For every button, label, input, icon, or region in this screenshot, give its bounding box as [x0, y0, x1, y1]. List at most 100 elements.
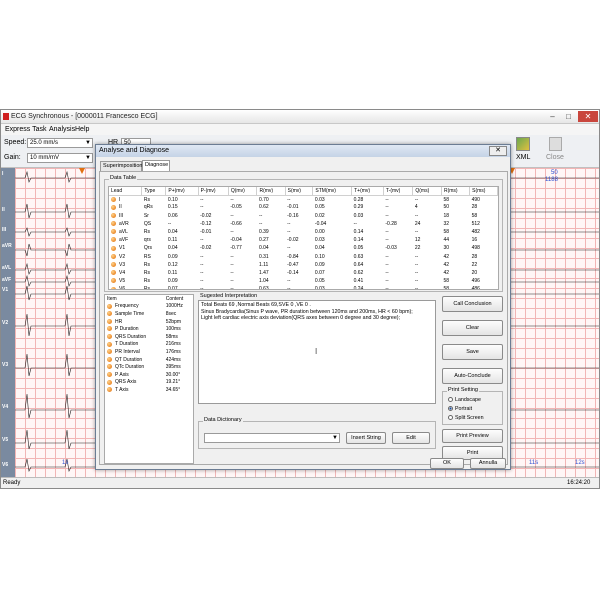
clear-button[interactable]: Clear: [442, 320, 503, 336]
col-header[interactable]: S(mv): [285, 187, 314, 196]
table-row[interactable]: V2 RS 0.09 -- -- 0.31 -0.84 0.10 0.63 -- -- 42 28: [109, 253, 498, 261]
table-cell: --: [230, 269, 234, 276]
auto-conclude-button[interactable]: Auto-Conclude: [442, 368, 503, 384]
lead-status-icon: [111, 221, 116, 227]
status-time: 16:24:20: [567, 480, 591, 486]
menu-express-task[interactable]: Express Task: [5, 126, 47, 133]
radio-icon: [448, 397, 453, 403]
list-item[interactable]: PR Interval 176ms: [105, 348, 193, 356]
table-row[interactable]: V4 Rs 0.11 -- -- 1.47 -0.14 0.07 0.62 -- -- 42 20: [109, 269, 498, 277]
table-row[interactable]: aVR QS -- -0.12 -0.66 -- -- -0.04 -- -0.28 24 32 512: [109, 220, 498, 228]
table-cell: 0.64: [353, 261, 364, 268]
table-cell: 22: [471, 261, 478, 268]
col-header[interactable]: T+(mv): [351, 187, 384, 196]
call-conclusion-button[interactable]: Call Conclusion: [442, 296, 503, 312]
col-header[interactable]: Q(mv): [228, 187, 258, 196]
item-status-icon: [107, 379, 112, 385]
item-content-cell: 8sec: [165, 310, 177, 317]
data-table[interactable]: Lead Type P+(mv) P-(mv) Q(mv) R(mv) S(mv…: [108, 186, 499, 290]
item-header[interactable]: Item: [105, 295, 164, 303]
col-header[interactable]: Type: [141, 187, 167, 196]
ok-button[interactable]: OK: [430, 458, 464, 469]
list-item[interactable]: P Axis 30.00°: [105, 371, 193, 379]
gain-select[interactable]: 10 mm/mV ▼: [27, 153, 93, 163]
table-cell: --: [230, 196, 234, 203]
table-row[interactable]: III Sr 0.06 -0.02 -- -- -0.16 0.02 0.03 -- -- 18 58: [109, 212, 498, 220]
table-row[interactable]: II qRs 0.15 -- -0.05 0.62 -0.01 0.05 0.29 -- 4 50 28: [109, 203, 498, 211]
item-name-cell: PR Interval: [105, 348, 164, 356]
table-row[interactable]: I Rs 0.10 -- -- 0.70 -- 0.03 0.28 -- -- 58 490: [109, 195, 498, 203]
close-icon[interactable]: [549, 137, 562, 151]
col-header[interactable]: P+(mv): [165, 187, 199, 196]
list-item[interactable]: Frequency 1000Hz: [105, 303, 193, 311]
table-row[interactable]: V6 Rs 0.07 -- -- 0.63 -- 0.03 0.24 -- -- 58 486: [109, 285, 498, 290]
lead-label: aVR: [2, 243, 12, 249]
lead-status-icon: [111, 212, 116, 218]
list-item[interactable]: P Duration 100ms: [105, 325, 193, 333]
col-header[interactable]: T-(mv): [383, 187, 414, 196]
xml-export-icon[interactable]: [516, 137, 530, 151]
list-item[interactable]: QRS Duration 58ms: [105, 333, 193, 341]
item-status-icon: [107, 371, 112, 377]
cancel-button[interactable]: Annulla: [470, 458, 506, 469]
lead-label: aVF: [2, 277, 12, 283]
content-header[interactable]: Content: [164, 295, 193, 303]
table-row[interactable]: V5 Rs 0.09 -- -- 1.04 -- 0.05 0.41 -- -- 58 496: [109, 277, 498, 285]
col-header[interactable]: R(mv): [256, 187, 286, 196]
save-button[interactable]: Save: [442, 344, 503, 360]
menu-help[interactable]: Help: [75, 126, 89, 133]
col-header[interactable]: R(ms): [441, 187, 471, 196]
item-status-icon: [107, 364, 112, 370]
table-cell: --: [385, 229, 389, 236]
minimize-icon[interactable]: –: [545, 111, 560, 122]
list-item[interactable]: Sample Time 8sec: [105, 310, 193, 318]
menu-analysis[interactable]: Analysis: [49, 126, 75, 133]
print-preview-button[interactable]: Print Preview: [442, 429, 503, 443]
table-cell: 0.63: [258, 286, 269, 290]
dialog-close-icon[interactable]: ✕: [489, 146, 507, 156]
table-cell: 0.02: [314, 212, 325, 219]
table-cell: Sr: [143, 212, 149, 219]
list-item[interactable]: HR 52bpm: [105, 318, 193, 326]
table-row[interactable]: aVF qrs 0.11 -- -0.04 0.27 -0.02 0.03 0.14 -- 12 44…: [109, 236, 498, 244]
table-cell: Qrs: [143, 245, 152, 252]
table-cell: --: [200, 278, 204, 285]
lead-status-icon: [111, 245, 116, 251]
insert-string-button[interactable]: Insert String: [346, 432, 386, 444]
table-cell: 20: [471, 269, 478, 276]
list-item[interactable]: QRS Axis 19.21°: [105, 379, 193, 387]
timestamp-left: 1s: [62, 460, 69, 466]
table-row[interactable]: aVL Rs 0.04 -0.01 -- 0.39 -- 0.00 0.14 -- -- 58 482: [109, 228, 498, 236]
tab-superimposition[interactable]: Superimposition: [100, 161, 142, 171]
interpretation-textarea[interactable]: Total Beats 69 ,Normal Beats 69,SVE 0 ,V…: [198, 300, 436, 404]
dictionary-select[interactable]: ▼: [204, 433, 340, 443]
table-cell: --: [414, 269, 419, 276]
list-item[interactable]: T Axis 34.65°: [105, 386, 193, 394]
list-item[interactable]: QT Duration 424ms: [105, 356, 193, 364]
landscape-option[interactable]: Landscape: [448, 397, 481, 403]
item-table[interactable]: Item Content Frequency 1000Hz Sample Time 8…: [104, 294, 194, 464]
list-item[interactable]: T Duration 216ms: [105, 341, 193, 349]
lead-label: V4: [2, 404, 9, 410]
close-window-icon[interactable]: ✕: [578, 111, 598, 122]
split-screen-option[interactable]: Split Screen: [448, 415, 484, 421]
table-row[interactable]: V3 Rs 0.12 -- -- 1.11 -0.47 0.09 0.64 -- -- 42 22: [109, 261, 498, 269]
col-header[interactable]: STM(mv): [312, 187, 353, 196]
maximize-icon[interactable]: □: [561, 111, 576, 122]
portrait-option[interactable]: Portrait: [448, 406, 472, 412]
col-header[interactable]: P-(mv): [198, 187, 229, 196]
tab-diagnose[interactable]: Diagnose: [142, 160, 170, 171]
table-cell: 24: [414, 220, 421, 227]
list-item[interactable]: QTc Duration 395ms: [105, 363, 193, 371]
table-cell: 44: [443, 237, 450, 244]
col-header[interactable]: S(ms): [469, 187, 498, 196]
speed-select[interactable]: 25.0 mm/s ▼: [27, 138, 93, 148]
lead-cell: V4: [109, 269, 142, 277]
col-header[interactable]: Lead: [109, 187, 143, 196]
table-cell: 32: [443, 220, 450, 227]
item-name-cell: T Axis: [105, 386, 164, 394]
edit-button[interactable]: Edit: [392, 432, 430, 444]
table-row[interactable]: V1 Qrs 0.04 -0.02 -0.77 0.04 -- 0.04 0.05 -0.03 22…: [109, 244, 498, 252]
col-header[interactable]: Q(ms): [412, 187, 442, 196]
table-cell: -0.02: [287, 237, 299, 244]
